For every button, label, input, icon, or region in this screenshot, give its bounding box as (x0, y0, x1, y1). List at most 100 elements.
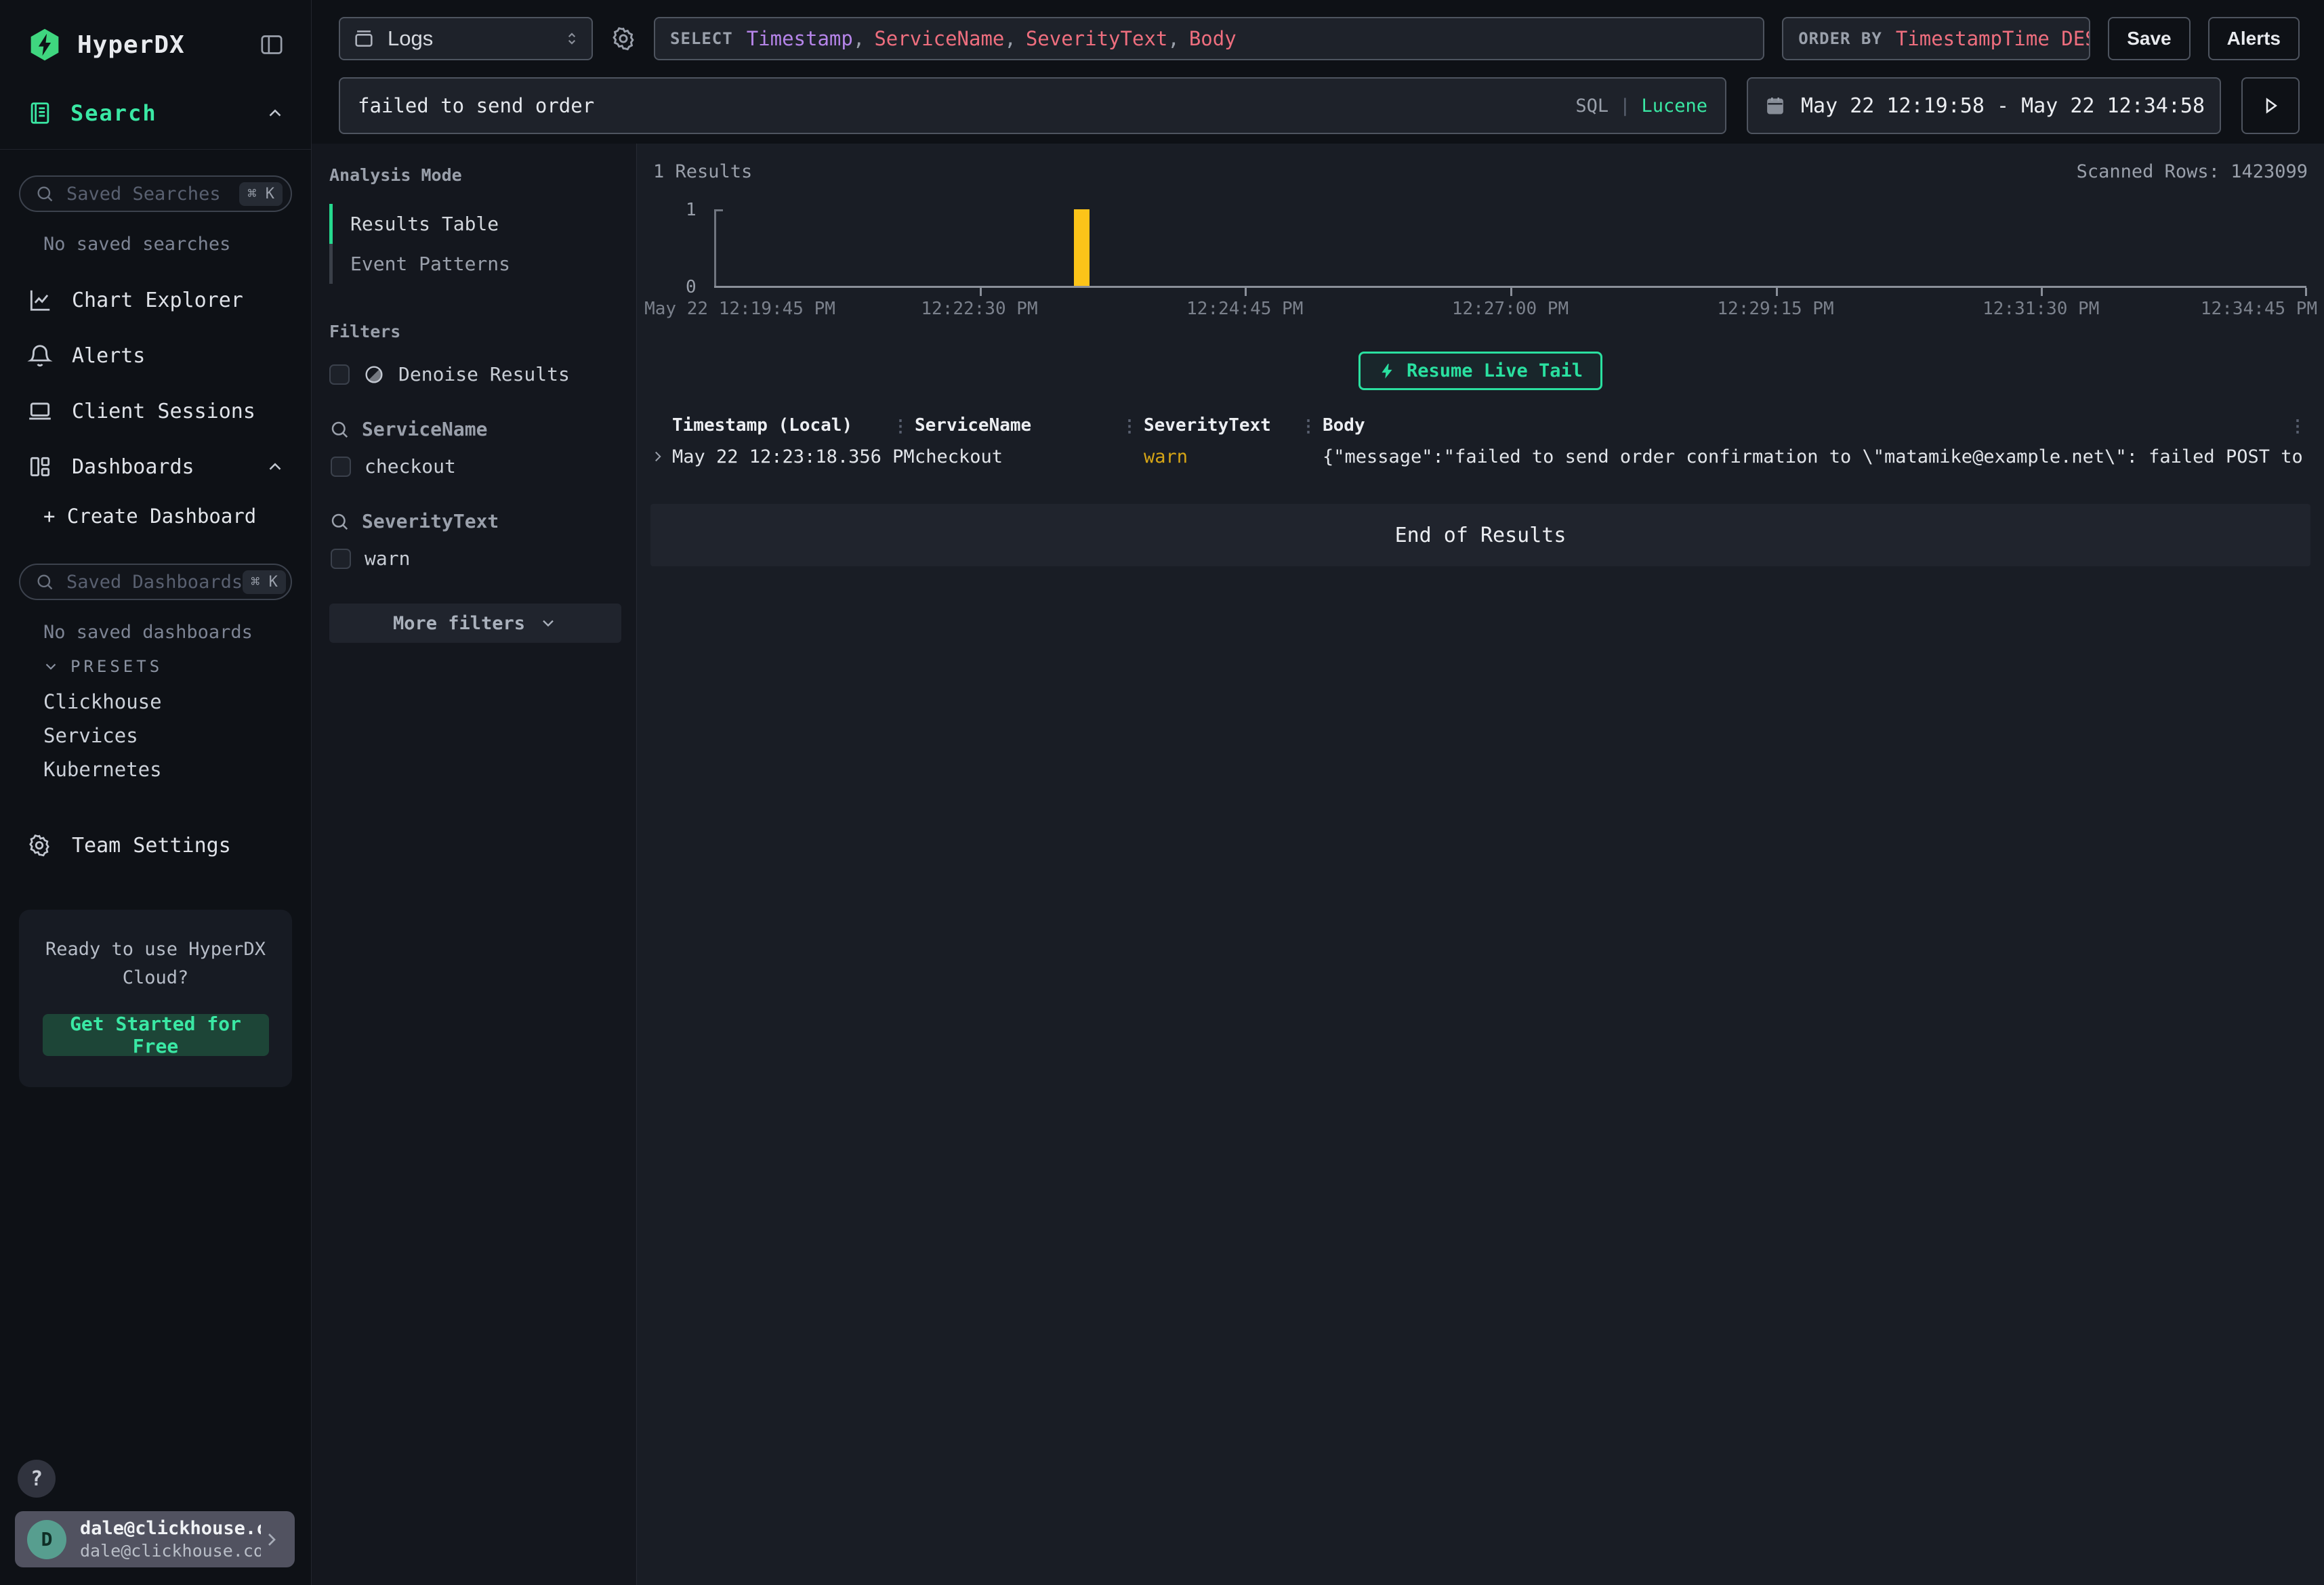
sidebar-item-label: Chart Explorer (72, 289, 285, 312)
no-saved-dashboards-note: No saved dashboards (43, 622, 311, 643)
sidebar-item-search[interactable]: Search (0, 80, 311, 150)
chevron-up-icon (265, 103, 285, 123)
results-histogram[interactable]: 1 0 (714, 209, 2306, 288)
column-header-severitytext: SeverityText (1144, 415, 1294, 436)
x-tick (980, 288, 982, 296)
x-tick (2041, 288, 2043, 296)
chart-explorer-icon (27, 287, 56, 313)
denoise-label: Denoise Results (398, 363, 570, 385)
preset-item-clickhouse[interactable]: Clickhouse (43, 685, 311, 719)
logs-source-icon (352, 27, 375, 50)
order-by-input[interactable]: ORDER BY TimestampTime DESC (1782, 17, 2090, 60)
x-tick-label: 12:27:00 PM (1452, 299, 1569, 319)
sidebar-item-client-sessions[interactable]: Client Sessions (0, 383, 311, 439)
filter-checkbox[interactable] (331, 549, 351, 569)
select-columns-input[interactable]: SELECT Timestamp, ServiceName, SeverityT… (654, 17, 1764, 60)
x-tick (1776, 288, 1778, 296)
column-header-timestamp: Timestamp (Local) (672, 415, 886, 436)
cell-severity: warn (1144, 446, 1294, 467)
user-email: dale@clickhouse.com (80, 1518, 261, 1539)
column-menu-icon[interactable]: ⋮ (1115, 416, 1144, 436)
get-started-button[interactable]: Get Started for Free (43, 1014, 269, 1056)
more-filters-button[interactable]: More filters (329, 604, 621, 643)
sidebar-item-dashboards[interactable]: Dashboards (0, 439, 311, 494)
x-tick-label: 12:34:45 PM (2201, 299, 2317, 319)
user-menu[interactable]: D dale@clickhouse.com dale@clickhouse.co… (15, 1511, 295, 1567)
save-button[interactable]: Save (2108, 17, 2190, 60)
y-tick-label-0: 0 (686, 277, 697, 297)
resume-live-tail-label: Resume Live Tail (1407, 360, 1583, 381)
preset-item-kubernetes[interactable]: Kubernetes (43, 753, 311, 786)
sidebar-item-team-settings[interactable]: Team Settings (0, 818, 311, 873)
filters-panel: Analysis Mode Results Table Event Patter… (312, 144, 637, 1585)
histogram-bar[interactable] (1074, 209, 1090, 286)
cloud-promo-text-line1: Ready to use HyperDX (38, 935, 273, 964)
column-menu-icon[interactable]: ⋮ (1294, 416, 1323, 436)
table-row[interactable]: May 22 12:23:18.356 PM checkout warn {"m… (649, 442, 2312, 471)
filter-group-header[interactable]: ServiceName (329, 418, 621, 440)
filters-label: Filters (329, 322, 621, 341)
sidebar-item-chart-explorer[interactable]: Chart Explorer (0, 272, 311, 328)
more-filters-label: More filters (393, 613, 525, 634)
sidebar-item-label: Dashboards (72, 455, 265, 479)
resume-live-tail-button[interactable]: Resume Live Tail (1358, 352, 1602, 390)
source-settings-gear-icon[interactable] (610, 26, 636, 51)
main-area: Logs SELECT Timestamp, ServiceName, Seve… (312, 0, 2324, 1585)
source-select-value: Logs (388, 26, 563, 51)
sidebar-item-label: Alerts (72, 344, 285, 368)
language-lucene-toggle[interactable]: Lucene (1641, 96, 1707, 117)
filter-group-header[interactable]: SeverityText (329, 510, 621, 532)
cell-timestamp: May 22 12:23:18.356 PM (672, 446, 886, 467)
saved-searches-input[interactable]: Saved Searches ⌘ K (19, 175, 292, 212)
column-menu-icon[interactable]: ⋮ (886, 416, 915, 436)
filter-option-label: warn (365, 547, 410, 570)
x-tick-label: 12:29:15 PM (1717, 299, 1833, 319)
saved-searches-placeholder: Saved Searches (66, 184, 239, 205)
preset-item-services[interactable]: Services (43, 719, 311, 753)
mode-results-table[interactable]: Results Table (329, 204, 621, 244)
search-section-icon (27, 100, 53, 126)
presets-toggle[interactable]: PRESETS (42, 648, 311, 685)
sidebar-collapse-icon[interactable] (258, 31, 285, 58)
sidebar-spacer (0, 1087, 311, 1460)
shortcut-badge: ⌘ K (243, 570, 286, 594)
comma: , (1167, 27, 1179, 50)
create-dashboard-button[interactable]: + Create Dashboard (43, 494, 311, 538)
sidebar-item-alerts[interactable]: Alerts (0, 328, 311, 383)
filter-group-servicename: ServiceName checkout (329, 418, 621, 478)
select-updown-icon (563, 30, 581, 47)
denoise-results-option[interactable]: Denoise Results (329, 363, 621, 385)
alerts-button[interactable]: Alerts (2208, 17, 2300, 60)
denoise-checkbox[interactable] (329, 364, 350, 385)
results-table: Timestamp (Local) ⋮ ServiceName ⋮ Severi… (649, 409, 2312, 471)
bolt-icon (1378, 362, 1396, 380)
saved-dashboards-input[interactable]: Saved Dashboards ⌘ K (19, 564, 292, 600)
filter-checkbox[interactable] (331, 457, 351, 477)
order-by-value: TimestampTime DESC (1896, 27, 2090, 50)
chevron-down-icon (42, 658, 60, 675)
time-range-value: May 22 12:19:58 - May 22 12:34:58 (1801, 94, 2205, 118)
help-button[interactable]: ? (18, 1460, 56, 1498)
filter-option-checkout[interactable]: checkout (331, 455, 621, 478)
row-expand-chevron-icon[interactable] (649, 448, 672, 465)
mode-event-patterns[interactable]: Event Patterns (329, 244, 621, 284)
time-range-picker[interactable]: May 22 12:19:58 - May 22 12:34:58 (1747, 77, 2221, 134)
order-by-keyword: ORDER BY (1798, 29, 1882, 48)
results-count: 1 Results (653, 161, 752, 182)
run-query-button[interactable] (2241, 77, 2300, 134)
language-sql-toggle[interactable]: SQL (1575, 96, 1609, 117)
topbar: Logs SELECT Timestamp, ServiceName, Seve… (312, 0, 2324, 144)
no-saved-searches-note: No saved searches (43, 234, 311, 255)
source-select[interactable]: Logs (339, 17, 593, 60)
filter-option-warn[interactable]: warn (331, 547, 621, 570)
search-icon (329, 511, 350, 532)
user-texts: dale@clickhouse.com dale@clickhouse.com'… (80, 1518, 261, 1561)
cloud-promo-text-line2: Cloud? (38, 964, 273, 992)
results-panel: 1 Results Scanned Rows: 1423099 1 0 (637, 144, 2324, 1585)
search-input[interactable]: failed to send order SQL | Lucene (339, 77, 1726, 134)
x-tick-label: May 22 12:19:45 PM (644, 299, 835, 319)
column-menu-icon[interactable]: ⋮ (2283, 416, 2312, 436)
mode-label: Event Patterns (333, 244, 510, 284)
calendar-icon (1764, 95, 1786, 117)
search-row: failed to send order SQL | Lucene May 22… (339, 68, 2300, 144)
